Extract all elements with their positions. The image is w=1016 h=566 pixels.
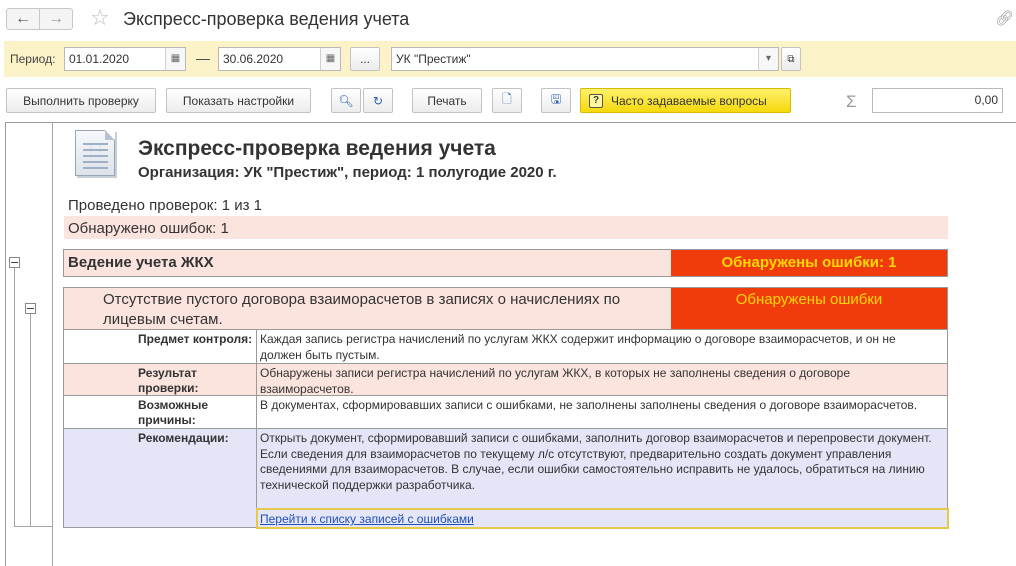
errors-found: Обнаружено ошибок: 1 xyxy=(68,220,229,237)
checks-done: Проведено проверок: 1 из 1 xyxy=(68,197,262,214)
print-preview-icon: 🗋︎ xyxy=(502,92,512,106)
gutter-line xyxy=(14,268,15,527)
gutter-line xyxy=(52,123,53,566)
calendar-icon[interactable]: ▦ xyxy=(165,48,185,70)
date-to-value: 30.06.2020 xyxy=(223,52,284,66)
preview-button[interactable]: 🗋︎ xyxy=(492,88,522,113)
date-from-value: 01.01.2020 xyxy=(69,52,130,66)
report-left-border xyxy=(5,122,6,566)
collapse-section-icon[interactable] xyxy=(9,257,20,268)
ellipsis-label: ... xyxy=(359,52,370,66)
link-icon[interactable]: 🔗︎ xyxy=(995,9,1014,27)
faq-button[interactable]: ? Часто задаваемые вопросы xyxy=(580,88,791,113)
search-refresh-icon: ↻ xyxy=(372,93,384,108)
detail-row-subject: Предмет контроля: Каждая запись регистра… xyxy=(63,330,948,364)
question-icon: ? xyxy=(589,93,603,108)
arrow-left-icon: ← xyxy=(15,10,31,27)
save-button[interactable]: 🖫︎ xyxy=(541,88,571,113)
sigma-icon: Σ xyxy=(846,92,857,111)
detail-row-causes: Возможные причины: В документах, сформир… xyxy=(63,396,948,429)
gutter-line xyxy=(30,314,31,527)
check-name: Отсутствие пустого договора взаиморасчет… xyxy=(103,291,621,328)
date-from-field[interactable]: 01.01.2020 ▦ xyxy=(64,47,186,71)
section-status-badge: Обнаружены ошибки: 1 xyxy=(671,250,947,276)
organization-value: УК "Престиж" xyxy=(396,52,471,66)
run-check-button[interactable]: Выполнить проверку xyxy=(6,88,156,113)
forward-button[interactable]: → xyxy=(39,8,73,30)
detail-value: Открыть документ, сформировавший записи … xyxy=(260,431,932,492)
detail-key: Возможные причины: xyxy=(64,396,257,428)
calendar-icon[interactable]: ▦ xyxy=(320,48,340,70)
detail-key: Предмет контроля: xyxy=(64,330,257,363)
window-title: Экспресс-проверка ведения учета xyxy=(123,9,410,29)
faq-label: Часто задаваемые вопросы xyxy=(611,93,767,108)
floppy-disk-icon: 🖫︎ xyxy=(550,92,562,106)
show-settings-label: Показать настройки xyxy=(182,93,295,108)
check-status-badge: Обнаружены ошибки xyxy=(671,288,947,329)
section-name: Ведение учета ЖКХ xyxy=(68,254,214,271)
show-settings-button[interactable]: Показать настройки xyxy=(166,88,311,113)
detail-value: В документах, сформировавших записи с ош… xyxy=(260,398,918,412)
report-organization-line: Организация: УК "Престиж", период: 1 пол… xyxy=(138,164,557,181)
report-top-border xyxy=(5,122,1016,123)
chevron-down-icon[interactable]: ▾ xyxy=(758,48,778,70)
goto-error-records-link[interactable]: Перейти к списку записей с ошибками xyxy=(256,508,949,529)
report-title: Экспресс-проверка ведения учета xyxy=(138,137,496,160)
favorite-star-icon[interactable]: ☆ xyxy=(90,7,110,29)
arrow-right-icon: → xyxy=(48,10,64,27)
back-button[interactable]: ← xyxy=(6,8,40,30)
detail-value: Обнаружены записи регистра начислений по… xyxy=(260,366,851,396)
collapse-check-icon[interactable] xyxy=(25,303,36,314)
open-form-icon: ⧉ xyxy=(787,53,795,65)
search-button[interactable]: 🔍︎ xyxy=(331,88,361,113)
gutter-line xyxy=(14,526,53,527)
detail-key: Результат проверки: xyxy=(64,364,257,395)
sum-field[interactable]: 0,00 xyxy=(872,88,1003,113)
run-check-label: Выполнить проверку xyxy=(23,93,139,108)
detail-key: Рекомендации: xyxy=(64,429,257,527)
open-organization-button[interactable]: ⧉ xyxy=(781,47,801,71)
print-button[interactable]: Печать xyxy=(412,88,482,113)
period-label: Период: xyxy=(10,52,56,66)
sum-value: 0,00 xyxy=(974,93,998,107)
period-dash: — xyxy=(196,50,210,66)
search-icon: 🔍︎ xyxy=(338,93,354,108)
search-refresh-button[interactable]: ↻ xyxy=(363,88,393,113)
detail-row-result: Результат проверки: Обнаружены записи ре… xyxy=(63,364,948,396)
organization-field[interactable]: УК "Престиж" ▾ xyxy=(391,47,779,71)
date-to-field[interactable]: 30.06.2020 ▦ xyxy=(218,47,341,71)
detail-value: Каждая запись регистра начислений по усл… xyxy=(260,332,896,362)
period-select-button[interactable]: ... xyxy=(350,47,380,71)
print-label: Печать xyxy=(427,93,467,108)
report-document-icon xyxy=(75,130,115,176)
